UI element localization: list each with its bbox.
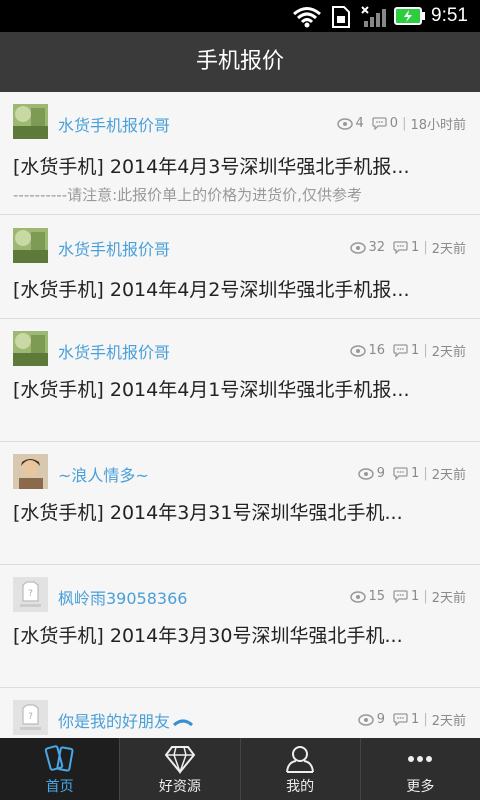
list-item[interactable]: ? 枫岭雨39058366 15 1 | 2天前 [水货手机] 2014年3月3… [0,565,480,688]
divider: | [423,343,428,358]
tab-label: 首页 [45,779,74,795]
avatar[interactable] [13,454,48,489]
comment-icon [372,117,387,130]
list-item[interactable]: 水货手机报价哥 4 0 | 18小时前 [水货手机] 2014年4月3号深圳华强… [0,92,480,215]
post-excerpt: ----------请注意:此报价单上的价格为进货价,仅供参考 [13,186,362,204]
comment-count: 1 [411,343,420,358]
post-meta: 15 1 | 2天前 [349,587,466,606]
view-count: 4 [355,116,364,131]
post-meta: 4 0 | 18小时前 [336,114,466,133]
comment-icon [393,344,408,357]
sim-card-icon [332,6,350,28]
status-bar: 9:51 [0,0,480,32]
list-item[interactable]: ~浪人情多~ 9 1 | 2天前 [水货手机] 2014年3月31号深圳华强北手… [0,442,480,565]
wifi-icon [293,7,321,28]
page-title: 手机报价 [0,32,480,93]
comment-icon [393,590,408,603]
view-count: 9 [376,466,386,481]
divider: | [423,712,428,727]
more-icon [408,756,433,762]
author-name[interactable]: 枫岭雨39058366 [58,585,187,609]
comment-count: 1 [411,466,420,481]
post-title[interactable]: [水货手机] 2014年4月3号深圳华强北手机报... [13,152,470,179]
post-meta: 16 1 | 2天前 [349,341,466,360]
views-icon [349,590,366,603]
avatar[interactable]: ? [13,700,48,735]
user-icon [286,746,315,773]
tab-more[interactable]: 更多 [359,738,480,800]
list-item[interactable]: 水货手机报价哥 16 1 | 2天前 [水货手机] 2014年4月1号深圳华强北… [0,319,480,442]
comment-count: 1 [411,240,420,255]
views-icon [336,117,353,130]
tab-label: 更多 [406,779,435,795]
post-time: 2天前 [431,345,466,360]
post-title[interactable]: [水货手机] 2014年4月1号深圳华强北手机报... [13,375,470,402]
author-name[interactable]: 水货手机报价哥 [58,339,170,363]
divider: | [423,240,428,255]
tab-label: 我的 [286,779,315,795]
views-icon [349,241,366,254]
comment-count: 1 [411,589,420,604]
post-title[interactable]: [水货手机] 2014年4月2号深圳华强北手机报... [13,275,470,302]
avatar[interactable] [13,228,48,263]
avatar[interactable] [13,104,48,139]
tab-resources[interactable]: 好资源 [119,738,239,800]
author-name[interactable]: ~浪人情多~ [58,462,149,486]
divider: | [402,116,407,131]
phones-icon [44,745,74,772]
views-icon [349,344,366,357]
post-meta: 32 1 | 2天前 [349,238,466,257]
list-item[interactable]: ? 你是我的好朋友 9 1 | 2天前 [0,688,480,738]
post-title[interactable]: [水货手机] 2014年3月31号深圳华强北手机... [13,498,470,525]
avatar[interactable]: ? [13,577,48,612]
post-meta: 9 1 | 2天前 [358,710,466,729]
comment-count: 0 [389,116,399,131]
view-count: 9 [376,712,386,727]
author-name[interactable]: 水货手机报价哥 [58,236,170,260]
clock: 9:51 [431,5,468,26]
tab-mine[interactable]: 我的 [239,738,360,800]
tab-label: 好资源 [158,779,201,795]
divider: | [423,466,428,481]
divider: | [423,589,428,604]
emoji-icon [173,719,194,727]
tab-home[interactable]: 首页 [0,738,120,800]
bottom-tab-bar: 首页 好资源 我的 更多 [0,738,480,800]
author-name[interactable]: 水货手机报价哥 [58,112,170,136]
post-time: 18小时前 [410,118,466,133]
view-count: 16 [368,343,386,358]
views-icon [358,713,374,726]
signal-icon [361,6,386,27]
view-count: 32 [368,240,386,255]
post-list[interactable]: 水货手机报价哥 4 0 | 18小时前 [水货手机] 2014年4月3号深圳华强… [0,92,480,738]
author-name[interactable]: 你是我的好朋友 [58,708,194,732]
battery-charging-icon [394,7,425,25]
list-item[interactable]: 水货手机报价哥 32 1 | 2天前 [水货手机] 2014年4月2号深圳华强北… [0,215,480,319]
svg-text:?: ? [28,712,33,722]
comment-count: 1 [411,712,420,727]
comment-icon [393,241,408,254]
diamond-icon [164,746,196,775]
svg-text:?: ? [28,589,33,599]
post-time: 2天前 [431,242,466,257]
post-time: 2天前 [431,591,466,606]
post-title[interactable]: [水货手机] 2014年3月30号深圳华强北手机... [13,621,470,648]
comment-icon [393,713,408,726]
views-icon [358,467,374,480]
post-meta: 9 1 | 2天前 [358,464,466,483]
post-time: 2天前 [431,468,466,483]
view-count: 15 [368,589,386,604]
post-time: 2天前 [431,714,466,729]
avatar[interactable] [13,331,48,366]
comment-icon [393,467,408,480]
